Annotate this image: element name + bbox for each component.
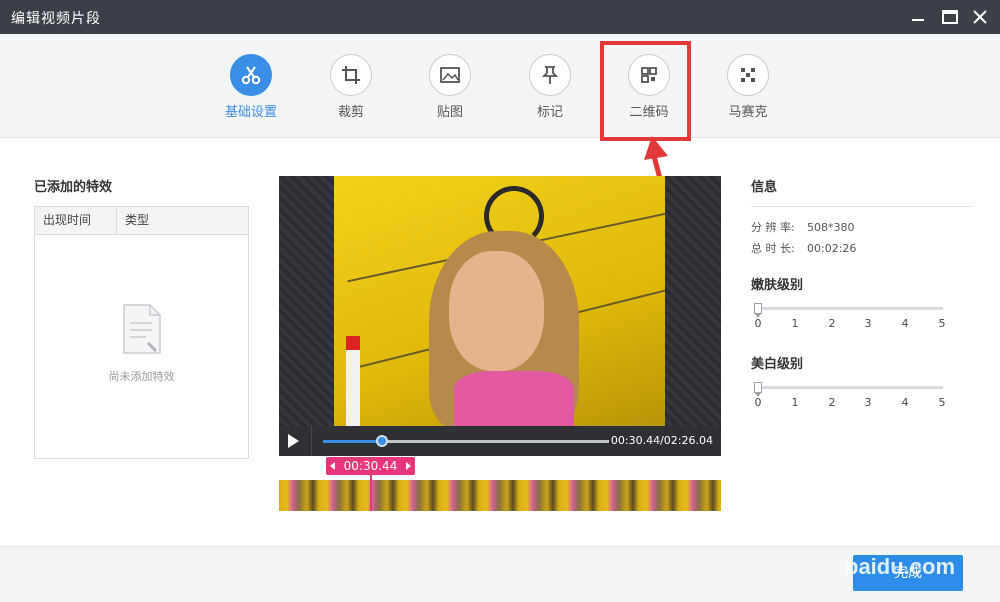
tick-label: 5 <box>938 317 946 330</box>
tick-label: 0 <box>754 317 762 330</box>
whitening-ticks: 0 1 2 3 4 5 <box>751 396 951 410</box>
window-titlebar: 编辑视频片段 <box>0 0 1000 34</box>
tab-label: 基础设置 <box>224 105 277 120</box>
marker-left-arrow-icon[interactable] <box>330 462 335 470</box>
tab-label: 贴图 <box>436 105 463 120</box>
document-icon <box>122 304 161 354</box>
timeline-playhead <box>370 475 372 511</box>
tab-label: 裁剪 <box>337 105 364 120</box>
column-header-type: 类型 <box>125 213 150 227</box>
whitening-title: 美白级别 <box>751 357 804 372</box>
maximize-icon[interactable] <box>938 5 962 29</box>
tick-label: 5 <box>938 396 946 409</box>
marker-time: 00:30.44 <box>343 459 398 473</box>
timeline-marker[interactable]: 00:30.44 <box>326 457 415 475</box>
skin-smooth-thumb[interactable] <box>754 303 762 318</box>
marker-right-arrow-icon[interactable] <box>406 462 411 470</box>
tick-label: 0 <box>754 396 762 409</box>
image-icon <box>429 54 471 96</box>
crop-icon <box>330 54 372 96</box>
skin-smooth-ticks: 0 1 2 3 4 5 <box>751 317 951 331</box>
whitening-thumb[interactable] <box>754 382 762 397</box>
effects-title: 已添加的特效 <box>34 180 113 195</box>
seek-bar-progress <box>323 440 383 443</box>
close-icon[interactable] <box>968 5 992 29</box>
time-display: 00:30.44/02:26.04 <box>610 434 713 447</box>
window-title: 编辑视频片段 <box>11 11 101 27</box>
video-frame <box>334 176 665 426</box>
pin-icon <box>529 54 571 96</box>
minimize-icon[interactable] <box>906 5 930 29</box>
skin-smooth-title: 嫩肤级别 <box>751 278 804 293</box>
resolution-row: 分 辨 率: 508*380 <box>751 219 855 235</box>
tab-label: 标记 <box>536 105 563 120</box>
resolution-label: 分 辨 率: <box>751 221 795 234</box>
tab-label: 马赛克 <box>728 105 768 120</box>
watermark: baidu.com <box>845 554 956 579</box>
column-header-time: 出现时间 <box>35 207 117 234</box>
empty-text: 尚未添加特效 <box>108 370 175 383</box>
mosaic-icon <box>727 54 769 96</box>
tab-crop[interactable]: 裁剪 <box>311 54 391 120</box>
tick-label: 4 <box>901 396 909 409</box>
timeline-filmstrip[interactable] <box>279 480 721 511</box>
tick-label: 3 <box>864 396 872 409</box>
resolution-value: 508*380 <box>807 221 855 234</box>
tick-label: 4 <box>901 317 909 330</box>
info-title: 信息 <box>751 180 778 195</box>
tick-label: 2 <box>828 317 836 330</box>
tick-label: 1 <box>791 317 799 330</box>
tab-marker[interactable]: 标记 <box>510 54 590 120</box>
seek-bar[interactable] <box>323 435 609 447</box>
play-icon[interactable] <box>288 434 299 448</box>
effects-table-header: 出现时间 类型 <box>35 207 248 235</box>
annotation-highlight-box <box>600 41 691 141</box>
duration-value: 00:02:26 <box>807 242 857 255</box>
player-controls: 00:30.44/02:26.04 <box>279 426 721 456</box>
tab-basic-settings[interactable]: 基础设置 <box>211 54 291 120</box>
tick-label: 3 <box>864 317 872 330</box>
seek-bar-handle[interactable] <box>376 435 389 447</box>
tick-label: 1 <box>791 396 799 409</box>
scissors-icon <box>230 54 272 96</box>
duration-row: 总 时 长: 00:02:26 <box>751 240 856 256</box>
duration-label: 总 时 长: <box>751 242 795 255</box>
tab-mosaic[interactable]: 马赛克 <box>708 54 788 120</box>
tab-sticker[interactable]: 贴图 <box>410 54 490 120</box>
effects-list: 出现时间 类型 尚未添加特效 <box>34 206 249 459</box>
video-preview[interactable] <box>279 176 721 426</box>
tick-label: 2 <box>828 396 836 409</box>
empty-state: 尚未添加特效 <box>35 303 248 384</box>
tool-tabs: 基础设置 裁剪 贴图 标记 二维码 马赛克 <box>0 34 1000 138</box>
